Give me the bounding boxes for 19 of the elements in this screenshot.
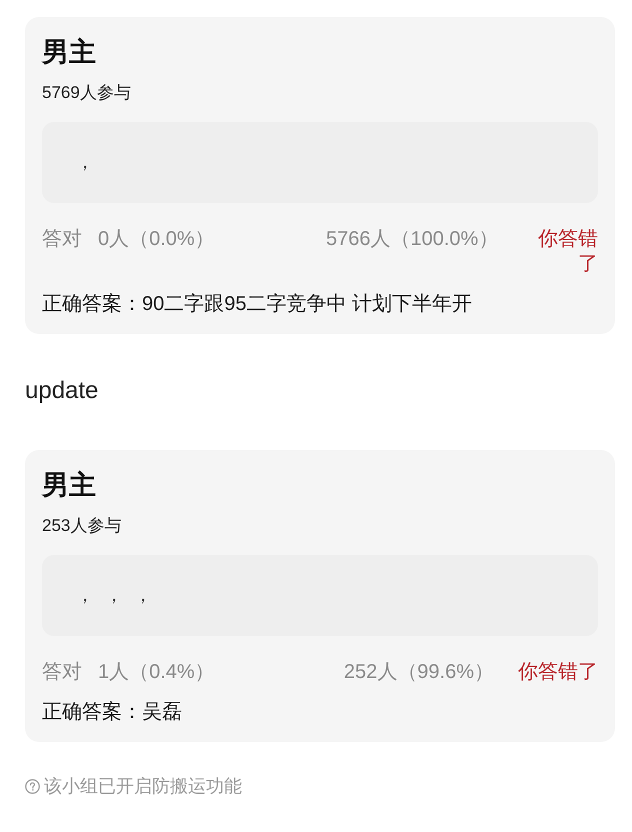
correct-count: 0人（0.0%） [98, 227, 215, 252]
correct-label: 答对 [42, 660, 82, 685]
correct-label: 答对 [42, 227, 82, 252]
help-icon [25, 778, 40, 794]
correct-count: 1人（0.4%） [98, 660, 215, 685]
result-text: 你答错了 [537, 227, 598, 277]
correct-answer: 正确答案：吴磊 [42, 700, 183, 725]
answer-box: ， [42, 122, 598, 203]
participant-count: 5769人参与 [42, 82, 132, 104]
poll-title: 男主 [42, 469, 97, 502]
participant-count: 253人参与 [42, 515, 122, 537]
answer-box: ， ， ， [42, 555, 598, 636]
poll-title: 男主 [42, 36, 97, 69]
wrong-count: 5766人（100.0%） [326, 227, 498, 252]
result-text: 你答错了 [518, 660, 598, 685]
wrong-count: 252人（99.6%） [344, 660, 494, 685]
update-note: update [25, 376, 100, 406]
anti-repost-notice: 该小组已开启防搬运功能 [44, 775, 242, 798]
correct-answer: 正确答案：90二字跟95二字竞争中 计划下半年开 [42, 292, 474, 317]
